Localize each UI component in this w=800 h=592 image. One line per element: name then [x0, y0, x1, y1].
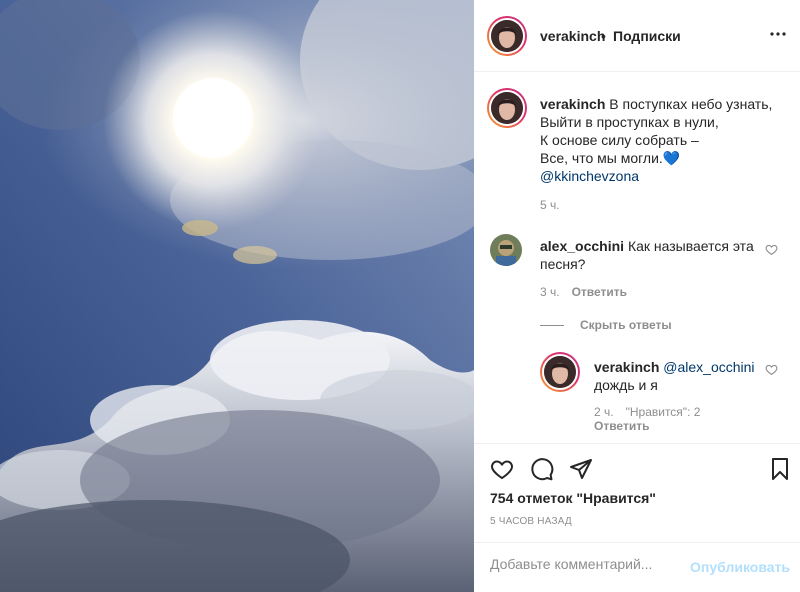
reply-reply-button[interactable]: Ответить: [594, 419, 649, 433]
commenter-photo-icon: [490, 234, 522, 266]
bookmark-icon[interactable]: [768, 457, 792, 481]
commenter-avatar[interactable]: [490, 234, 522, 266]
reply-mention-link[interactable]: @alex_occhini: [663, 359, 754, 375]
face-portrait-icon: [491, 92, 523, 124]
reply-meta: 2 ч. "Нравится": 2: [594, 405, 700, 419]
reply-likes-count[interactable]: "Нравится": 2: [626, 405, 701, 419]
comment-icon[interactable]: [530, 457, 554, 481]
comment-time[interactable]: 3 ч.: [540, 285, 560, 299]
reply-avatar[interactable]: [540, 352, 580, 392]
sky-clouds-image: [0, 0, 474, 592]
blue-heart-emoji: 💙: [662, 150, 681, 166]
caption-line-1: В поступках небо узнать,: [609, 96, 773, 112]
post-header: verakinch • Подписки: [474, 0, 800, 72]
heart-icon[interactable]: [490, 457, 514, 481]
caption-time[interactable]: 5 ч.: [540, 198, 560, 212]
reply-username[interactable]: verakinch: [594, 359, 659, 375]
post-timestamp[interactable]: 5 ЧАСОВ НАЗАД: [490, 516, 572, 527]
heart-icon[interactable]: [765, 363, 778, 376]
comment-text: alex_occhini Как называется эта песня?: [540, 237, 760, 273]
hide-replies-button[interactable]: Скрыть ответы: [580, 318, 672, 332]
reply-time[interactable]: 2 ч.: [594, 405, 614, 419]
comment-reply-button[interactable]: Ответить: [572, 285, 627, 299]
comment-input[interactable]: [490, 556, 690, 572]
caption-line-3: К основе силу собрать –: [540, 132, 699, 148]
publish-button[interactable]: Опубликовать: [690, 559, 790, 575]
following-button[interactable]: Подписки: [613, 28, 681, 44]
likes-count[interactable]: 754 отметок "Нравится": [490, 490, 656, 506]
comment-meta: 3 ч. Ответить: [540, 285, 627, 299]
post-photo[interactable]: [0, 0, 474, 592]
author-avatar[interactable]: [487, 16, 527, 56]
separator-dot: •: [601, 28, 606, 44]
post-panel: verakinch • Подписки verakinch В поступк…: [474, 0, 800, 592]
comment-username[interactable]: alex_occhini: [540, 238, 624, 254]
paper-plane-icon[interactable]: [569, 457, 593, 481]
caption-mention-link[interactable]: @kkinchevzona: [540, 167, 785, 185]
reply-text: verakinch @alex_occhini дождь и я: [594, 358, 764, 394]
more-horizontal-icon[interactable]: [768, 24, 788, 44]
face-portrait-icon: [491, 20, 523, 52]
heart-icon[interactable]: [765, 243, 778, 256]
comments-section[interactable]: verakinch В поступках небо узнать, Выйти…: [474, 72, 800, 444]
caption-line-2: Выйти в проступках в нули,: [540, 114, 719, 130]
add-comment-bar: Опубликовать: [474, 542, 800, 592]
face-portrait-icon: [544, 356, 576, 388]
caption-avatar[interactable]: [487, 88, 527, 128]
caption-username[interactable]: verakinch: [540, 96, 605, 112]
caption-text: verakinch В поступках небо узнать, Выйти…: [540, 95, 785, 185]
author-username[interactable]: verakinch: [540, 28, 605, 44]
replies-divider: [540, 325, 564, 326]
reply-body: дождь и я: [594, 377, 658, 393]
caption-line-4: Все, что мы могли.: [540, 150, 663, 166]
